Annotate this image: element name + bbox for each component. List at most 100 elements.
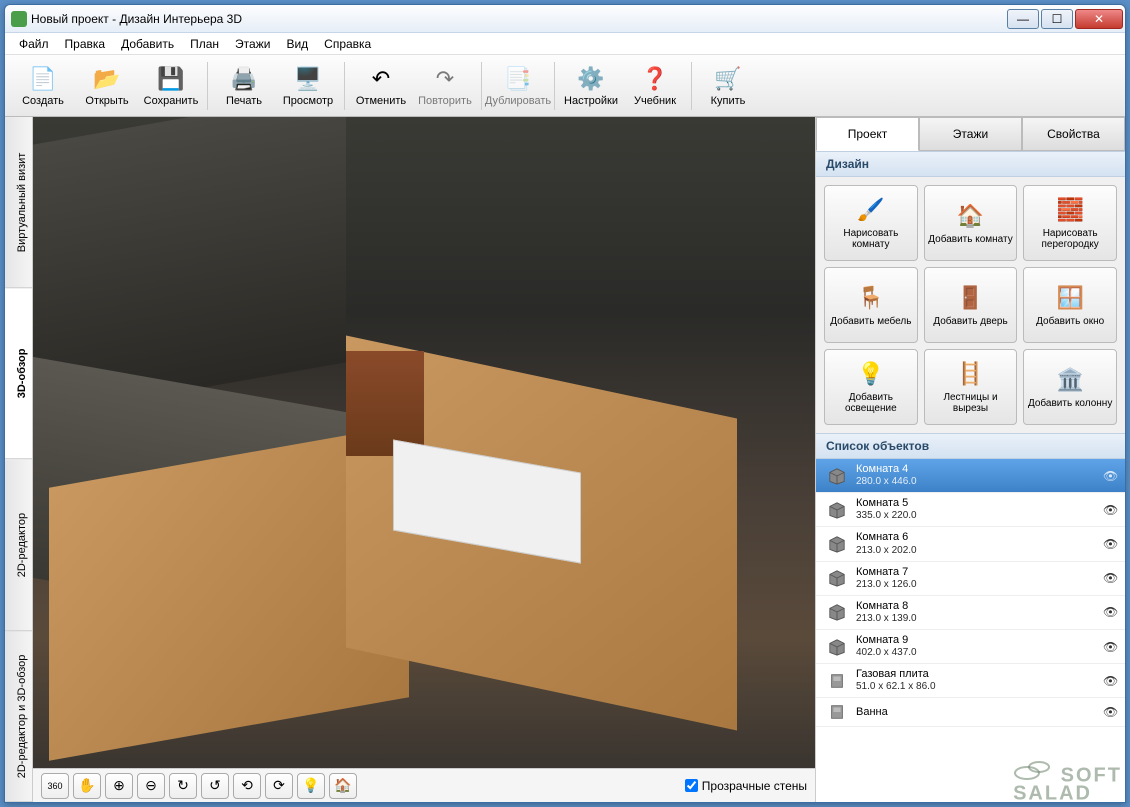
help-button[interactable]: ❓Учебник [623, 58, 687, 114]
gear-button[interactable]: ⚙️ Настройки [559, 58, 623, 114]
object-item[interactable]: Комната 7213.0 x 126.0👁 [816, 562, 1125, 596]
toolbar-label: Повторить [418, 95, 472, 107]
object-type-icon [824, 602, 850, 622]
monitor-button[interactable]: 🖥️Просмотр [276, 58, 340, 114]
object-item[interactable]: Комната 6213.0 x 202.0👁 [816, 527, 1125, 561]
add-door-button[interactable]: 🚪Добавить дверь [924, 267, 1018, 343]
rotate-cw-button[interactable]: ↻ [169, 773, 197, 799]
object-item[interactable]: Комната 5335.0 x 220.0👁 [816, 493, 1125, 527]
menu-item-4[interactable]: Этажи [227, 35, 278, 53]
toolbar-label: Отменить [356, 95, 406, 107]
window-title: Новый проект - Дизайн Интерьера 3D [31, 12, 1005, 26]
cart-button[interactable]: 🛒Купить [696, 58, 760, 114]
object-item[interactable]: Комната 4280.0 x 446.0👁 [816, 459, 1125, 493]
right-tab-0[interactable]: Проект [816, 117, 919, 151]
light-button[interactable]: 💡 [297, 773, 325, 799]
menu-item-2[interactable]: Добавить [113, 35, 182, 53]
menu-item-6[interactable]: Справка [316, 35, 379, 53]
object-type-icon [824, 702, 850, 722]
folder-button[interactable]: 📂Открыть [75, 58, 139, 114]
design-btn-label: Нарисовать комнату [827, 228, 915, 250]
toolbar-label: Настройки [564, 95, 618, 107]
visibility-icon[interactable]: 👁 [1103, 503, 1117, 517]
pan-icon: ✋ [78, 777, 95, 794]
object-item[interactable]: Газовая плита51.0 x 62.1 x 86.0👁 [816, 664, 1125, 698]
maximize-button[interactable]: ☐ [1041, 9, 1073, 29]
object-item[interactable]: Комната 8213.0 x 139.0👁 [816, 596, 1125, 630]
object-name: Комната 4 [856, 463, 1103, 476]
content-area: 2D-редактор и 3D-обзор2D-редактор3D-обзо… [5, 117, 1125, 802]
toolbar-label: Просмотр [283, 95, 333, 107]
toolbar-label: Открыть [85, 95, 128, 107]
toolbar-separator [554, 62, 555, 110]
right-tab-2[interactable]: Свойства [1022, 117, 1125, 151]
object-list[interactable]: Комната 4280.0 x 446.0👁Комната 5335.0 x … [816, 459, 1125, 802]
design-btn-label: Нарисовать перегородку [1026, 228, 1114, 250]
file-button[interactable]: 📄Создать [11, 58, 75, 114]
add-furniture-button[interactable]: 🪑Добавить мебель [824, 267, 918, 343]
home-button[interactable]: 🏠 [329, 773, 357, 799]
view-controls-bar: 360 ✋ ⊕⊖↻↺ ⟲ ⟳💡🏠 Прозрачные стены [33, 768, 815, 802]
draw-room-button[interactable]: 🖌️Нарисовать комнату [824, 185, 918, 261]
visibility-icon[interactable]: 👁 [1103, 705, 1117, 719]
right-tabs: ПроектЭтажиСвойства [816, 117, 1125, 151]
left-tab-1[interactable]: 2D-редактор [5, 460, 32, 631]
zoom-out-button[interactable]: ⊖ [137, 773, 165, 799]
left-tab-2[interactable]: 3D-обзор [5, 288, 32, 459]
object-dimensions: 402.0 x 437.0 [856, 647, 1103, 659]
visibility-icon[interactable]: 👁 [1103, 469, 1117, 483]
rotate-ccw-button[interactable]: ↺ [201, 773, 229, 799]
menu-item-3[interactable]: План [182, 35, 227, 53]
transparent-walls-checkbox[interactable] [685, 779, 698, 792]
save-button[interactable]: 💾Сохранить [139, 58, 203, 114]
3d-scene [33, 117, 815, 768]
visibility-icon[interactable]: 👁 [1103, 571, 1117, 585]
stairs-button[interactable]: 🪜Лестницы и вырезы [924, 349, 1018, 425]
toolbar-label: Сохранить [144, 95, 199, 107]
3d-viewport[interactable] [33, 117, 815, 768]
add-column-button-icon: 🏛️ [1056, 366, 1084, 394]
visibility-icon[interactable]: 👁 [1103, 537, 1117, 551]
object-item[interactable]: Комната 9402.0 x 437.0👁 [816, 630, 1125, 664]
left-tab-3[interactable]: Виртуальный визит [5, 117, 32, 288]
print-button[interactable]: 🖨️Печать [212, 58, 276, 114]
tilt-left-button[interactable]: ⟲ [233, 773, 261, 799]
duplicate-icon: 📑 [504, 65, 532, 93]
add-room-button[interactable]: 🏠Добавить комнату [924, 185, 1018, 261]
undo-button[interactable]: ↶ Отменить [349, 58, 413, 114]
right-tab-1[interactable]: Этажи [919, 117, 1022, 151]
object-item[interactable]: Ванна👁 [816, 698, 1125, 727]
pan-button[interactable]: ✋ [73, 773, 101, 799]
redo-button: ↷ Повторить [413, 58, 477, 114]
help-icon: ❓ [641, 65, 669, 93]
draw-partition-button-icon: 🧱 [1056, 196, 1084, 224]
toolbar: 📄Создать📂Открыть💾Сохранить🖨️Печать🖥️Прос… [5, 55, 1125, 117]
app-window: Новый проект - Дизайн Интерьера 3D — ☐ ✕… [4, 4, 1126, 803]
tilt-left-icon: ⟲ [241, 777, 253, 794]
draw-partition-button[interactable]: 🧱 Нарисовать перегородку [1023, 185, 1117, 261]
close-button[interactable]: ✕ [1075, 9, 1123, 29]
left-tab-0[interactable]: 2D-редактор и 3D-обзор [5, 631, 32, 802]
file-icon: 📄 [29, 65, 57, 93]
menu-item-5[interactable]: Вид [278, 35, 316, 53]
add-lighting-button[interactable]: 💡Добавить освещение [824, 349, 918, 425]
visibility-icon[interactable]: 👁 [1103, 640, 1117, 654]
360-button[interactable]: 360 [41, 773, 69, 799]
object-dimensions: 213.0 x 139.0 [856, 613, 1103, 625]
undo-icon: ↶ [367, 65, 395, 93]
minimize-button[interactable]: — [1007, 9, 1039, 29]
add-column-button[interactable]: 🏛️Добавить колонну [1023, 349, 1117, 425]
menu-item-0[interactable]: Файл [11, 35, 57, 53]
redo-icon: ↷ [431, 65, 459, 93]
gear-icon: ⚙️ [577, 65, 605, 93]
menu-item-1[interactable]: Правка [57, 35, 114, 53]
transparent-walls-label[interactable]: Прозрачные стены [685, 779, 807, 793]
tilt-right-button[interactable]: ⟳ [265, 773, 293, 799]
design-btn-label: Лестницы и вырезы [927, 392, 1015, 414]
zoom-in-button[interactable]: ⊕ [105, 773, 133, 799]
add-window-button[interactable]: 🪟Добавить окно [1023, 267, 1117, 343]
object-name: Комната 7 [856, 566, 1103, 579]
visibility-icon[interactable]: 👁 [1103, 605, 1117, 619]
object-dimensions: 280.0 x 446.0 [856, 476, 1103, 488]
visibility-icon[interactable]: 👁 [1103, 674, 1117, 688]
